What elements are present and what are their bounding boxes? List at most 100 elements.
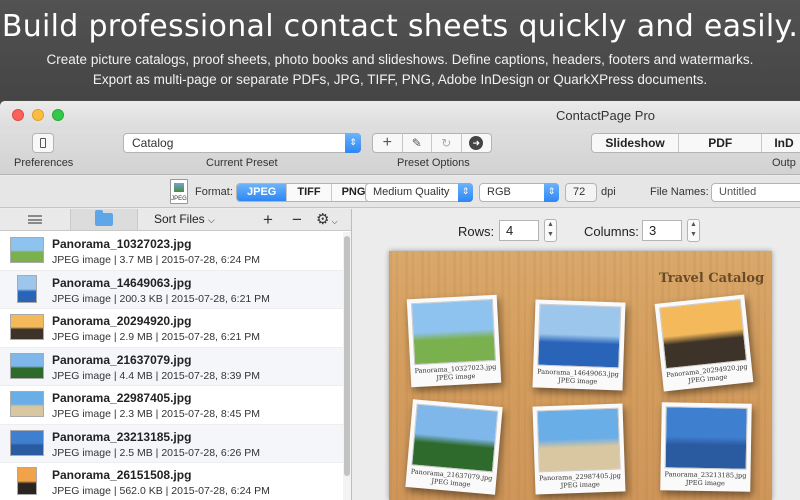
- pdf-button[interactable]: PDF: [679, 134, 763, 152]
- file-row[interactable]: Panorama_22987405.jpg JPEG image | 2.3 M…: [0, 386, 344, 425]
- file-name: Panorama_23213185.jpg: [52, 429, 192, 444]
- preset-options-label: Preset Options: [397, 157, 470, 169]
- photo-card[interactable]: Panorama_20294920.jpg JPEG image: [654, 294, 754, 392]
- columns-label: Columns:: [584, 224, 639, 239]
- sidebar-scrollbar[interactable]: [343, 232, 351, 500]
- next-preset-button[interactable]: ➜: [462, 134, 491, 152]
- plus-icon: +: [382, 134, 392, 151]
- rows-label: Rows:: [458, 224, 495, 239]
- sort-files-button[interactable]: Sort Files ⌵: [154, 212, 215, 226]
- rows-stepper[interactable]: ▲ ▼: [544, 219, 557, 242]
- file-row[interactable]: Panorama_20294920.jpg JPEG image | 2.9 M…: [0, 309, 344, 348]
- file-meta: JPEG image | 4.4 MB | 2015-07-28, 8:39 P…: [52, 369, 260, 382]
- preset-options-group: + ✎ ↻ ➜: [372, 133, 492, 153]
- file-sidebar: Sort Files ⌵ + − ⚙ ⌵ Panorama_10327023.j…: [0, 209, 352, 500]
- photo-card[interactable]: Panorama_23213185.jpg JPEG image: [660, 402, 752, 492]
- photo-image: [536, 407, 621, 473]
- file-thumbnail: [17, 467, 37, 495]
- format-segmented-control: JPEG TIFF PNG: [236, 183, 377, 202]
- subheadline-line-1: Create picture catalogs, proof sheets, p…: [46, 52, 754, 67]
- photo-image: [411, 403, 499, 473]
- photo-card[interactable]: Panorama_14649063.jpg JPEG image: [532, 299, 626, 391]
- file-name: Panorama_14649063.jpg: [52, 275, 192, 290]
- quality-value: Medium Quality: [373, 186, 450, 198]
- preferences-button[interactable]: [32, 133, 54, 153]
- refresh-icon: ↻: [441, 136, 452, 150]
- file-meta: JPEG image | 562.0 KB | 2015-07-28, 6:24…: [52, 485, 270, 497]
- plus-icon: +: [263, 210, 273, 229]
- sort-files-label: Sort Files: [154, 212, 205, 226]
- dpi-field[interactable]: 72: [565, 183, 597, 202]
- file-list: Panorama_10327023.jpg JPEG image | 3.7 M…: [0, 232, 344, 500]
- file-row[interactable]: Panorama_23213185.jpg JPEG image | 2.5 M…: [0, 424, 344, 463]
- file-names-label: File Names:: [650, 186, 709, 198]
- scrollbar-thumb[interactable]: [344, 236, 350, 476]
- minimize-window-button[interactable]: [32, 109, 44, 121]
- zoom-window-button[interactable]: [52, 109, 64, 121]
- preferences-label: Preferences: [14, 157, 74, 169]
- stepper-up-icon: ▲: [690, 221, 697, 228]
- file-name: Panorama_10327023.jpg: [52, 237, 192, 251]
- file-thumbnail: [10, 352, 44, 379]
- catalog-title: Travel Catalog: [659, 271, 765, 286]
- stepper-down-icon: ▼: [690, 231, 697, 238]
- headline: Build professional contact sheets quickl…: [1, 9, 799, 44]
- format-jpeg[interactable]: JPEG: [237, 184, 288, 201]
- layout-preview-pane: Rows: 4 ▲ ▼ Columns: 3 ▲ ▼ Travel Catalog …: [353, 209, 800, 500]
- action-menu-button[interactable]: ⚙ ⌵: [316, 209, 338, 232]
- stepper-down-icon: ▼: [547, 231, 554, 238]
- photo-image: [537, 303, 622, 369]
- chevron-updown-icon: ⇕: [544, 183, 559, 202]
- photo-image: [410, 298, 497, 366]
- remove-files-button[interactable]: −: [292, 209, 302, 230]
- pencil-icon: ✎: [411, 136, 422, 150]
- quality-select[interactable]: Medium Quality ⇕: [365, 183, 473, 202]
- folder-view-tab[interactable]: [70, 209, 138, 230]
- file-meta: JPEG image | 2.9 MB | 2015-07-28, 6:21 P…: [52, 331, 260, 343]
- slideshow-button[interactable]: Slideshow: [592, 134, 680, 152]
- file-row[interactable]: Panorama_14649063.jpg JPEG image | 200.3…: [0, 270, 344, 309]
- chevron-down-icon: ⌵: [329, 217, 338, 226]
- promo-banner: Build professional contact sheets quickl…: [0, 0, 800, 100]
- color-space-select[interactable]: RGB ⇕: [479, 183, 559, 202]
- rows-field[interactable]: 4: [499, 220, 539, 241]
- close-window-button[interactable]: [12, 109, 24, 121]
- edit-preset-button[interactable]: ✎: [403, 134, 432, 152]
- format-bar: JPEG Format: JPEG TIFF PNG Medium Qualit…: [0, 176, 800, 208]
- file-row[interactable]: Panorama_10327023.jpg JPEG image | 3.7 M…: [0, 232, 344, 271]
- list-view-tab[interactable]: [0, 209, 70, 230]
- columns-field[interactable]: 3: [642, 220, 682, 241]
- add-files-button[interactable]: +: [263, 209, 273, 230]
- file-names-field[interactable]: Untitled: [711, 183, 800, 202]
- format-tiff[interactable]: TIFF: [287, 184, 332, 201]
- columns-stepper[interactable]: ▲ ▼: [687, 219, 700, 242]
- photo-card[interactable]: Panorama_21637079.jpg JPEG image: [405, 399, 503, 495]
- chevron-down-icon: ⌵: [208, 215, 215, 225]
- file-name: Panorama_21637079.jpg: [52, 352, 192, 367]
- app-window: ContactPage Pro Preferences Catalog ⇕ Cu…: [0, 101, 800, 500]
- photo-image: [664, 406, 748, 470]
- dpi-label: dpi: [601, 186, 616, 198]
- indesign-button[interactable]: InD: [762, 134, 800, 152]
- gear-icon: ⚙: [316, 211, 330, 228]
- file-meta: JPEG image | 2.3 MB | 2015-07-28, 8:45 P…: [52, 408, 260, 420]
- arrow-right-circle-icon: ➜: [469, 136, 484, 150]
- preset-value: Catalog: [132, 136, 174, 150]
- add-preset-button[interactable]: +: [373, 134, 403, 152]
- file-thumbnail: [10, 391, 44, 417]
- title-bar: ContactPage Pro: [0, 101, 800, 129]
- photo-card[interactable]: Panorama_22987405.jpg JPEG image: [532, 403, 626, 495]
- minus-icon: −: [292, 210, 302, 229]
- toolbar: Preferences Catalog ⇕ Current Preset + ✎…: [0, 129, 800, 175]
- file-row[interactable]: Panorama_26151508.jpg JPEG image | 562.0…: [0, 463, 344, 500]
- file-meta: JPEG image | 3.7 MB | 2015-07-28, 6:24 P…: [52, 254, 260, 266]
- file-meta: JPEG image | 200.3 KB | 2015-07-28, 6:21…: [52, 292, 270, 305]
- file-row[interactable]: Panorama_21637079.jpg JPEG image | 4.4 M…: [0, 347, 344, 386]
- file-thumbnail: [10, 237, 44, 263]
- revert-preset-button[interactable]: ↻: [432, 134, 462, 152]
- subheadline-line-2: Export as multi-page or separate PDFs, J…: [92, 72, 708, 87]
- file-meta: JPEG image | 2.5 MB | 2015-07-28, 6:26 P…: [52, 446, 260, 459]
- switch-icon: [40, 138, 46, 148]
- photo-card[interactable]: Panorama_10327023.jpg JPEG image: [406, 294, 502, 388]
- preset-select[interactable]: Catalog ⇕: [123, 133, 361, 153]
